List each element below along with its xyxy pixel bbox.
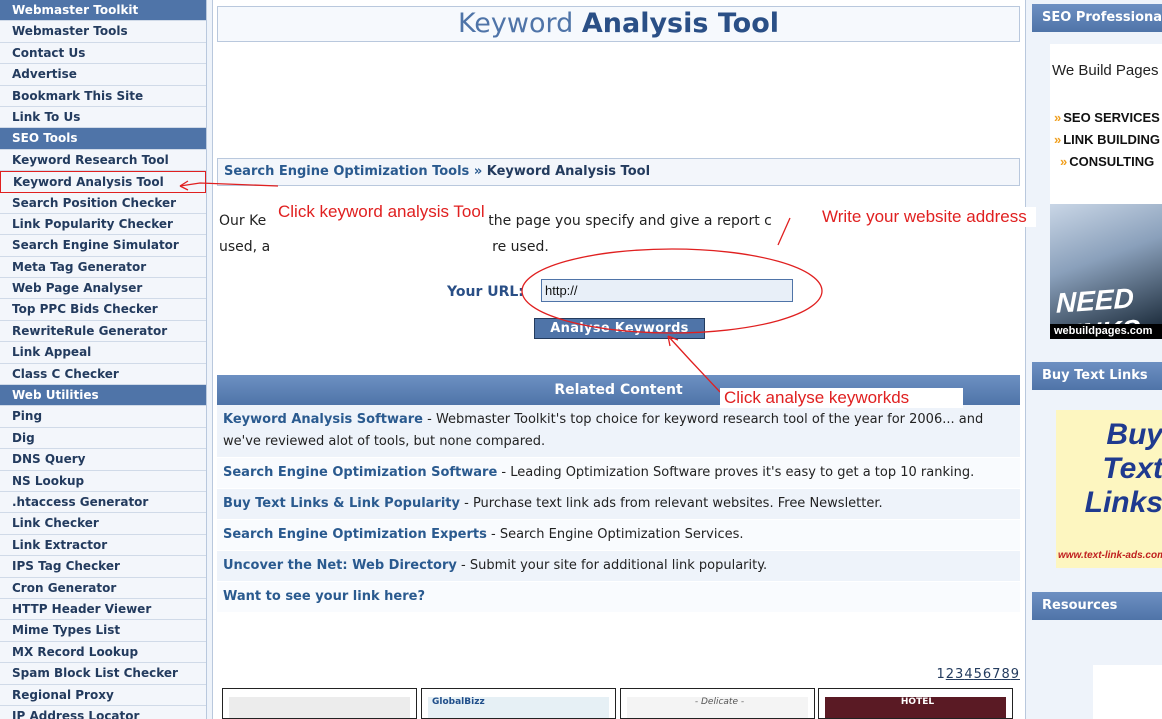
annotation-arrow-analyse — [667, 335, 721, 393]
annotation-arrow-tool — [179, 182, 279, 187]
annotation-click-analyse: Click analyse keyworkds — [720, 388, 963, 408]
annotation-circle-url — [521, 248, 823, 334]
annotation-arrow-url — [777, 217, 791, 246]
annotation-write-address: Write your website address — [818, 207, 1036, 227]
annotation-overlay — [179, 180, 823, 393]
annotation-click-tool: Click keyword analysis Tool — [274, 202, 489, 222]
